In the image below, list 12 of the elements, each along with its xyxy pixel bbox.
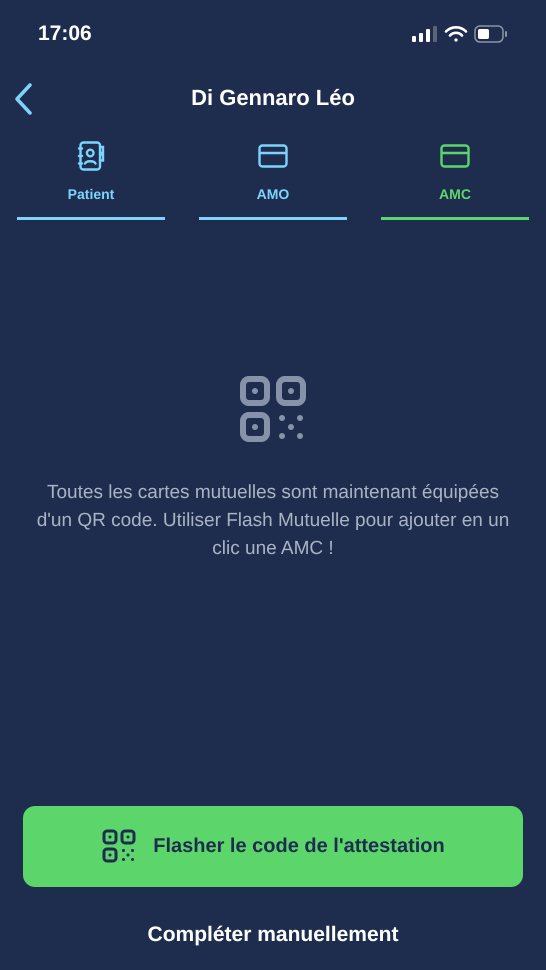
qr-code-icon xyxy=(101,828,138,864)
empty-state-message: Toutes les cartes mutuelles sont maintenant équipées d'un QR code. Utiliser Flash Mutuelle pour ajouter en un clic une AMC ! xyxy=(36,480,510,561)
signal-icon xyxy=(412,26,438,42)
wifi-icon xyxy=(444,25,468,43)
battery-icon xyxy=(474,25,508,43)
page-title: Di Gennaro Léo xyxy=(191,84,355,112)
status-time: 17:06 xyxy=(38,21,92,48)
tab[interactable]: AMC xyxy=(381,138,529,220)
scan-button[interactable]: Flasher le code de l'attestation xyxy=(23,806,523,886)
tab[interactable]: Patient xyxy=(17,138,165,220)
tab[interactable]: AMO xyxy=(199,138,347,220)
manual-entry-link[interactable]: Compléter manuellement xyxy=(148,918,398,950)
